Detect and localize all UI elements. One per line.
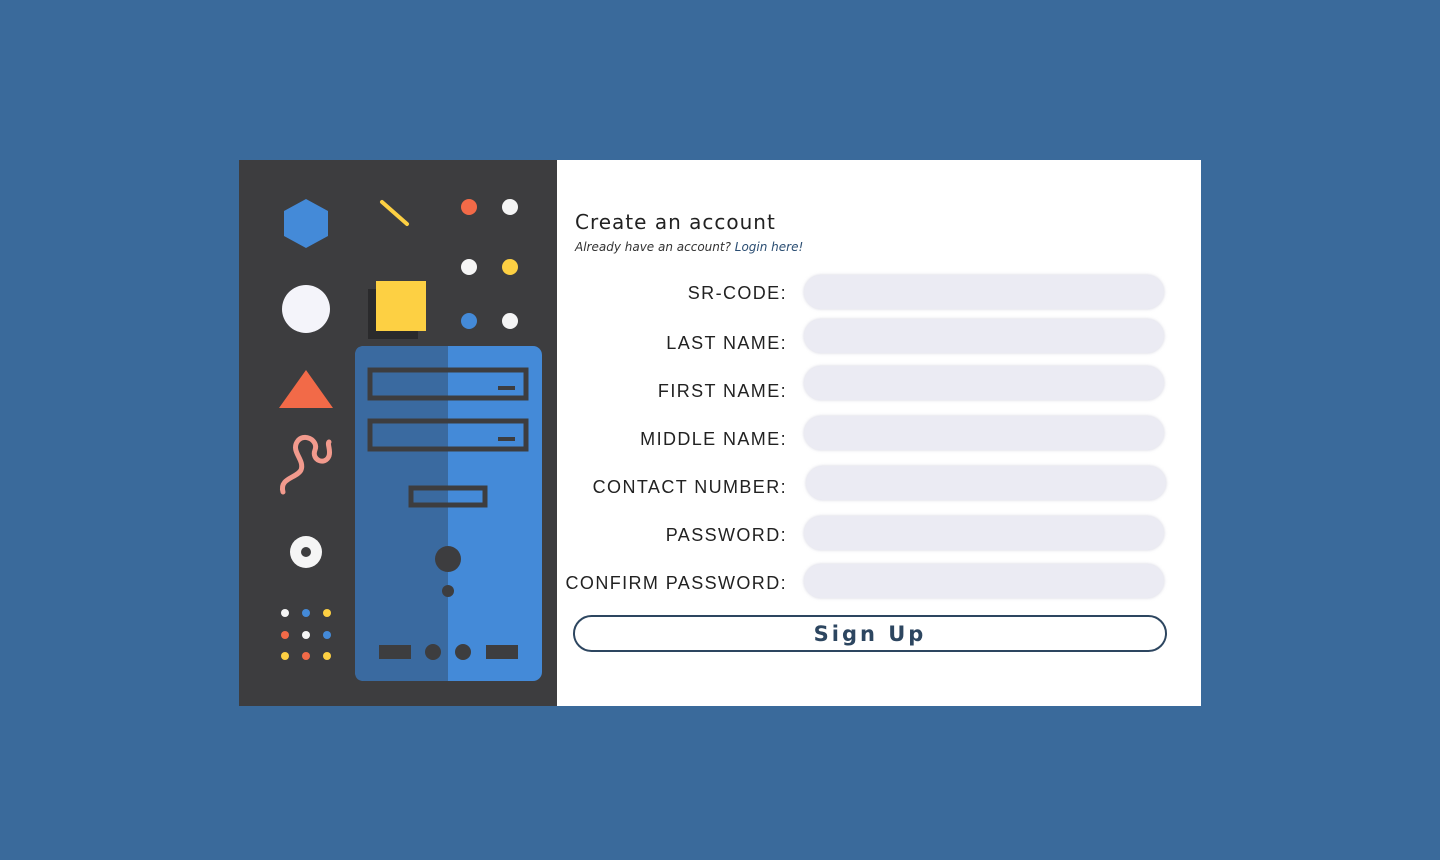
circle-icon [282,285,330,333]
sr-code-input[interactable] [804,275,1164,309]
signup-card: Create an account Already have an accoun… [239,160,1201,706]
signup-form: Create an account Already have an accoun… [557,160,1201,706]
square-icon [368,281,426,339]
last-name-label: LAST NAME: [666,333,787,353]
illustration-graphic [279,199,542,681]
line-icon [380,200,409,226]
dot-grid-icon [461,199,518,329]
squiggle-icon [279,435,333,495]
first-name-label: FIRST NAME: [657,381,787,401]
middle-name-input[interactable] [804,416,1164,450]
sign-up-button[interactable]: Sign Up [573,615,1167,652]
login-link[interactable]: Login here! [735,240,804,254]
password-label: PASSWORD: [665,525,787,545]
login-prompt-text: Already have an account? [575,240,735,254]
computer-tower-icon [355,346,542,681]
first-name-input[interactable] [804,366,1164,400]
triangle-icon [279,370,333,408]
disc-icon [290,536,322,568]
small-dot-grid-icon [281,609,331,660]
field-row-first-name: FIRST NAME: [557,366,1177,401]
field-row-password: PASSWORD: [557,516,1177,550]
illustration-panel [239,160,557,706]
sr-code-label: SR-CODE: [687,283,787,303]
field-row-confirm-password: CONFIRM PASSWORD: [557,564,1177,598]
form-title: Create an account [575,210,776,234]
field-row-last-name: LAST NAME: [557,319,1177,353]
field-row-sr-code: SR-CODE: [557,275,1177,309]
field-row-contact-number: CONTACT NUMBER: [557,466,1177,500]
middle-name-label: MIDDLE NAME: [640,429,787,449]
field-row-middle-name: MIDDLE NAME: [557,416,1177,450]
contact-number-label: CONTACT NUMBER: [592,477,787,497]
password-input[interactable] [804,516,1164,550]
hexagon-icon [284,199,328,248]
login-prompt: Already have an account? Login here! [575,240,803,254]
confirm-password-label: CONFIRM PASSWORD: [565,573,787,593]
contact-number-input[interactable] [806,466,1166,500]
confirm-password-input[interactable] [804,564,1164,598]
last-name-input[interactable] [804,319,1164,353]
